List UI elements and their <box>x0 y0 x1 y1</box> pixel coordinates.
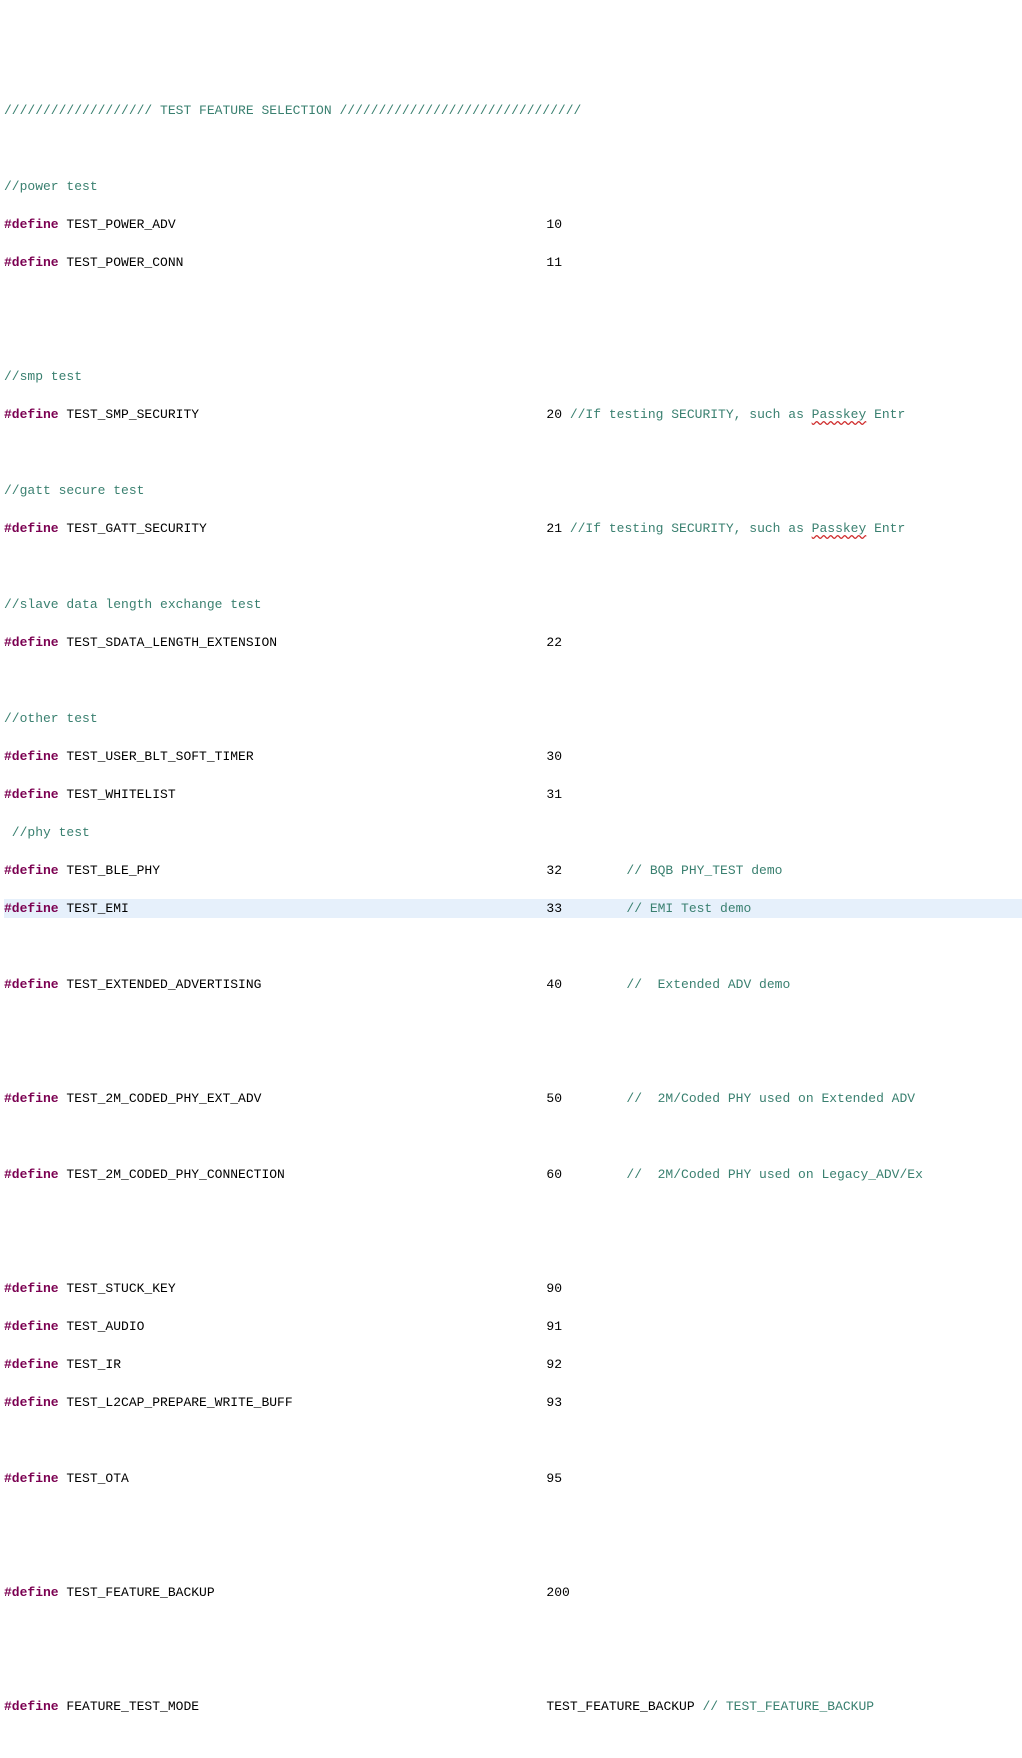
comment-other: //other test <box>4 709 1022 728</box>
define-ir: #define TEST_IR92 <box>4 1355 1022 1374</box>
define-kw: #define <box>4 217 59 232</box>
define-emi: #define TEST_EMI33// EMI Test demo <box>4 899 1022 918</box>
header-line: /////////////////// TEST FEATURE SELECTI… <box>4 101 1022 120</box>
blank-line <box>4 1203 1022 1222</box>
define-2m-ext: #define TEST_2M_CODED_PHY_EXT_ADV50// 2M… <box>4 1089 1022 1108</box>
define-power-conn: #define TEST_POWER_CONN11 <box>4 253 1022 272</box>
blank-line <box>4 1013 1022 1032</box>
blank-line <box>4 1621 1022 1640</box>
blank-line <box>4 1431 1022 1450</box>
blank-line <box>4 1659 1022 1678</box>
define-gatt-security: #define TEST_GATT_SECURITY21 //If testin… <box>4 519 1022 538</box>
blank-line <box>4 557 1022 576</box>
blank-line <box>4 329 1022 348</box>
define-backup: #define TEST_FEATURE_BACKUP200 <box>4 1583 1022 1602</box>
comment-power: //power test <box>4 177 1022 196</box>
blank-line <box>4 1051 1022 1070</box>
define-audio: #define TEST_AUDIO91 <box>4 1317 1022 1336</box>
comment-smp: //smp test <box>4 367 1022 386</box>
comment-slave: //slave data length exchange test <box>4 595 1022 614</box>
define-smp-security: #define TEST_SMP_SECURITY20 //If testing… <box>4 405 1022 424</box>
link-passkey[interactable]: Passkey <box>812 521 867 536</box>
define-ble-phy: #define TEST_BLE_PHY32// BQB PHY_TEST de… <box>4 861 1022 880</box>
blank-line <box>4 443 1022 462</box>
code-editor[interactable]: /////////////////// TEST FEATURE SELECTI… <box>0 76 1022 1735</box>
header-text: /////////////////// TEST FEATURE SELECTI… <box>4 103 581 118</box>
define-ota: #define TEST_OTA95 <box>4 1469 1022 1488</box>
define-whitelist: #define TEST_WHITELIST31 <box>4 785 1022 804</box>
comment-gatt: //gatt secure test <box>4 481 1022 500</box>
link-passkey[interactable]: Passkey <box>812 407 867 422</box>
blank-line <box>4 937 1022 956</box>
blank-line <box>4 139 1022 158</box>
define-stuck: #define TEST_STUCK_KEY90 <box>4 1279 1022 1298</box>
define-user-timer: #define TEST_USER_BLT_SOFT_TIMER30 <box>4 747 1022 766</box>
define-l2cap: #define TEST_L2CAP_PREPARE_WRITE_BUFF93 <box>4 1393 1022 1412</box>
define-ext-adv: #define TEST_EXTENDED_ADVERTISING40// Ex… <box>4 975 1022 994</box>
define-sdata: #define TEST_SDATA_LENGTH_EXTENSION22 <box>4 633 1022 652</box>
blank-line <box>4 1507 1022 1526</box>
blank-line <box>4 1545 1022 1564</box>
define-2m-conn: #define TEST_2M_CODED_PHY_CONNECTION60//… <box>4 1165 1022 1184</box>
define-power-adv: #define TEST_POWER_ADV10 <box>4 215 1022 234</box>
blank-line <box>4 671 1022 690</box>
blank-line <box>4 291 1022 310</box>
comment-phy: //phy test <box>4 823 1022 842</box>
blank-line <box>4 1241 1022 1260</box>
define-mode: #define FEATURE_TEST_MODETEST_FEATURE_BA… <box>4 1697 1022 1716</box>
blank-line <box>4 1127 1022 1146</box>
